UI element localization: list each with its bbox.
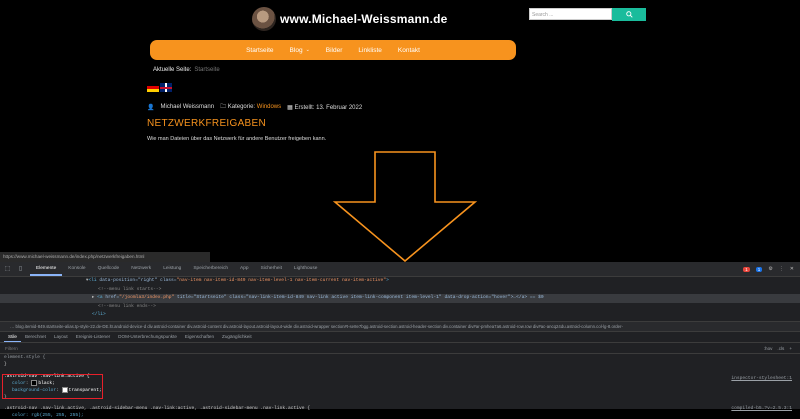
language-switcher [147, 83, 172, 92]
class-toggle[interactable]: .cls [777, 346, 784, 351]
nav-item-startseite[interactable]: Startseite [238, 47, 281, 54]
nav-item-kontakt[interactable]: Kontakt [390, 47, 428, 54]
tab-speicherbereich[interactable]: Speicherbereich [187, 262, 234, 276]
website-viewport: www.Michael-Weissmann.de Search ... Star… [0, 0, 800, 262]
status-bar-url: https://www.michael-weissmann.de/index.p… [0, 252, 210, 262]
nav-item-blog[interactable]: Blog ⌄ [282, 47, 318, 54]
dom-tree: ▾<li data-position="right" class="nav-it… [0, 277, 800, 321]
styles-filter-tools: :hov .cls + [764, 346, 792, 351]
nav-item-linkliste[interactable]: Linkliste [350, 47, 389, 54]
nav-item-label: Blog [289, 46, 303, 54]
breadcrumb: Aktuelle Seite: Startseite [153, 67, 220, 73]
tab-stile[interactable]: Stile [4, 332, 21, 342]
nav-item-bilder[interactable]: Bilder [318, 47, 351, 54]
dom-node-a-selected[interactable]: ▸ <a href="/joomla3/index.php" title="St… [0, 294, 800, 303]
dom-tag-end: > [386, 278, 389, 283]
post-meta: 👤 Michael Weissmann 🗀 Kategorie: Windows … [147, 102, 362, 112]
close-icon[interactable]: ✕ [790, 266, 794, 272]
highlight-annotation [2, 374, 103, 399]
styles-filter-input[interactable]: Filtern [5, 346, 18, 351]
post-author: Michael Weissmann [160, 104, 215, 110]
avatar [252, 7, 276, 31]
css-selector[interactable]: .astroid-nav .nav-link.active { [4, 373, 800, 380]
site-logo[interactable]: www.Michael-Weissmann.de [252, 7, 448, 31]
down-arrow-icon [332, 151, 478, 262]
post-excerpt: Wie man Dateien über das Netzwerk für an… [147, 136, 327, 142]
tab-elemente[interactable]: Elemente [30, 262, 63, 276]
dom-attr: href= [102, 295, 120, 301]
tab-dom-unterbrechungspunkte[interactable]: DOM-Unterbrechungspunkte [114, 332, 181, 342]
styles-pane-tabs: Stile Berechnet Layout Ereignis-Listener… [0, 332, 800, 343]
post-date: Erstellt: 13. Februar 2022 [294, 104, 363, 111]
tab-eigenschaften[interactable]: Eigenschaften [181, 332, 218, 342]
author-icon: 👤 [147, 104, 155, 111]
tab-zugaenglichkeit[interactable]: Zugänglichkeit [218, 332, 256, 342]
styles-filter-row: Filtern :hov .cls + [0, 343, 800, 354]
dom-comment[interactable]: <!--menu link ends--> [6, 303, 800, 312]
post-title[interactable]: NETZWERKFREIGABEN [147, 118, 266, 129]
css-declaration-background[interactable]: background-color: transparent; [4, 387, 800, 394]
search-icon [625, 11, 633, 18]
issue-count-badge[interactable]: 1 [755, 266, 763, 272]
dom-node-li-close[interactable]: </li> [6, 311, 800, 320]
tab-app[interactable]: App [234, 262, 255, 276]
rule-close: } [4, 362, 7, 367]
search-input[interactable]: Search ... [529, 8, 612, 20]
dom-rest: title="Startseite" class="nav-link-item-… [174, 295, 544, 301]
css-declaration[interactable]: color: rgb(255, 255, 255); [4, 412, 800, 419]
devtools-panel: ⬚ ▯ Elemente Konsole Quellcode Netzwerk … [0, 262, 800, 418]
breadcrumb-label: Aktuelle Seite: [153, 67, 192, 73]
main-navigation: Startseite Blog ⌄ Bilder Linkliste Kontak… [150, 40, 516, 60]
error-count-badge[interactable]: 1 [743, 266, 750, 272]
tab-lighthouse[interactable]: Lighthouse [288, 262, 323, 276]
tab-berechnet[interactable]: Berechnet [21, 332, 50, 342]
tab-netzwerk[interactable]: Netzwerk [125, 262, 157, 276]
new-rule-button[interactable]: + [789, 346, 792, 351]
uk-flag-icon[interactable] [160, 83, 172, 92]
tab-ereignis-listener[interactable]: Ereignis-Listener [72, 332, 114, 342]
dom-node-li[interactable]: ▾<li data-position="right" class="nav-it… [6, 277, 800, 286]
hover-state-toggle[interactable]: :hov [764, 346, 773, 351]
rule-close: } [4, 395, 7, 400]
element-style-rule[interactable]: element.style { [4, 354, 800, 361]
calendar-icon: ▦ [287, 104, 293, 111]
devtools-tabbar: ⬚ ▯ Elemente Konsole Quellcode Netzwerk … [0, 262, 800, 277]
more-options-icon[interactable]: ⋮ [779, 266, 784, 272]
folder-icon: 🗀 [220, 104, 227, 110]
styles-rules: element.style { } .astroid-nav .nav-link… [0, 354, 800, 418]
breadcrumb-current[interactable]: Startseite [194, 67, 219, 73]
chevron-down-icon: ⌄ [305, 47, 310, 53]
category-link[interactable]: Windows [257, 104, 281, 110]
dom-comment[interactable]: <!--menu link starts--> [6, 286, 800, 295]
gear-icon[interactable]: ⚙ [768, 266, 772, 272]
dom-attr: data-position="right" class= [96, 278, 177, 283]
inspect-icon[interactable]: ⬚ [4, 266, 11, 273]
tab-layout[interactable]: Layout [50, 332, 72, 342]
dom-value: "/joomla3/index.php" [119, 295, 175, 301]
german-flag-icon[interactable] [147, 83, 159, 92]
tab-sicherheit[interactable]: Sicherheit [255, 262, 288, 276]
tab-leistung[interactable]: Leistung [157, 262, 187, 276]
dom-tag: <li [88, 278, 97, 283]
device-toolbar-icon[interactable]: ▯ [17, 266, 24, 273]
css-declaration-color[interactable]: color: black; [4, 380, 800, 387]
tab-quellcode[interactable]: Quellcode [92, 262, 126, 276]
devtools-toolbar-right: 1 1 ⚙ ⋮ ✕ [743, 262, 794, 276]
site-title[interactable]: www.Michael-Weissmann.de [280, 12, 448, 26]
tab-konsole[interactable]: Konsole [62, 262, 91, 276]
category-label: Kategorie: [227, 104, 256, 110]
search-button[interactable] [612, 8, 646, 21]
dom-value: "nav-item nav-item-id-849 nav-item-level… [176, 278, 387, 283]
stylesheet-source-link[interactable]: inspector-stylesheet:1 [731, 376, 792, 381]
dom-breadcrumb-bar[interactable]: … blog.itemid-849.startseite-alias.tp-st… [0, 321, 800, 332]
